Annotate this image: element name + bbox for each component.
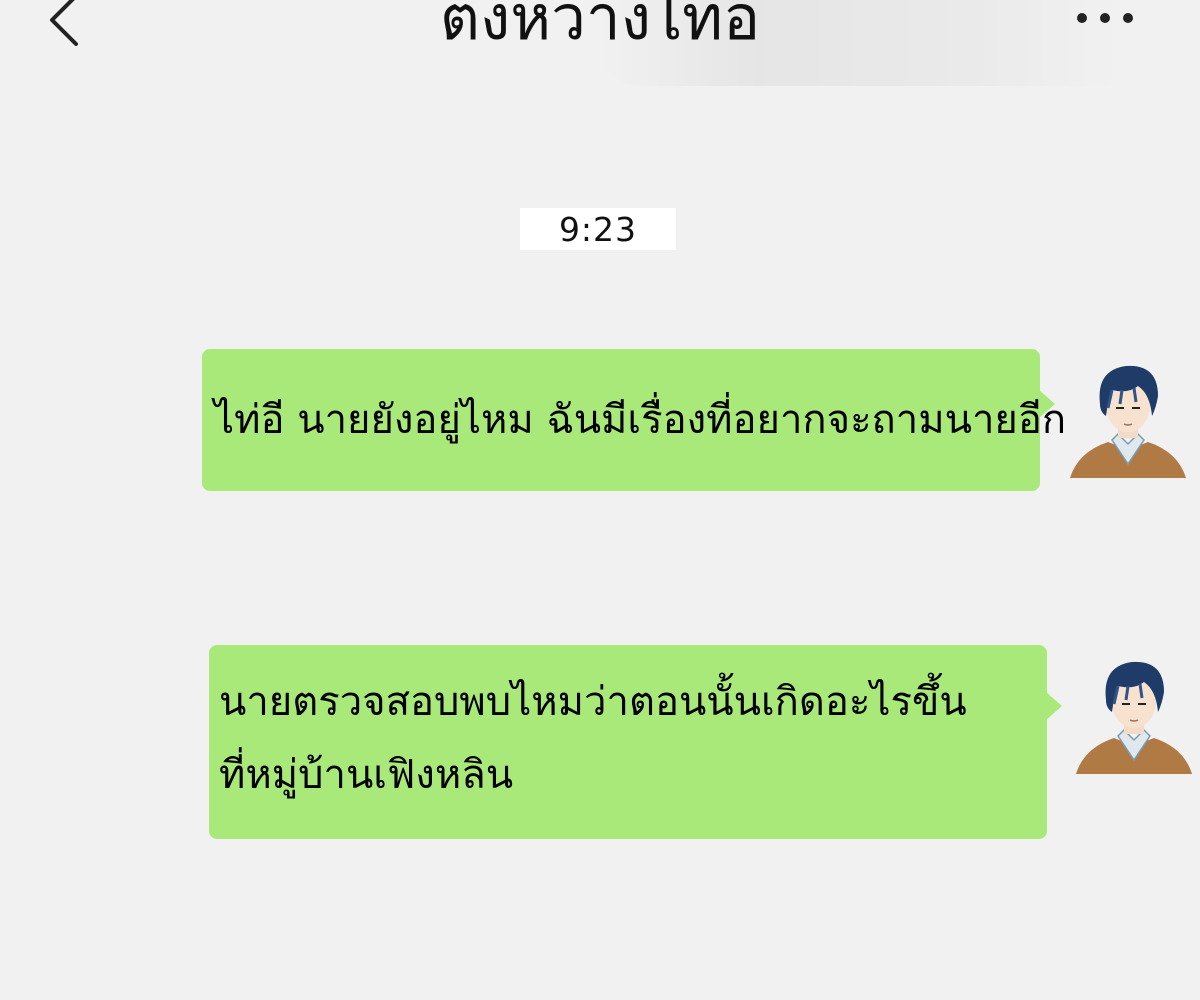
message-bubble[interactable]: ไท่อี นายยังอยู่ไหม ฉันมีเรื่องที่อยากจะ… <box>202 349 1066 491</box>
message-bubble[interactable]: นายตรวจสอบพบไหมว่าตอนนั้นเกิดอะไรขึ้น ที… <box>209 645 1047 839</box>
message-text: ที่หมู่บ้านเฟิงหลิน <box>219 752 514 798</box>
chat-title: ตงหวางไทอ <box>439 0 761 54</box>
bubble-tail <box>1039 390 1055 418</box>
back-button[interactable] <box>40 0 90 50</box>
chevron-left-icon <box>50 0 78 46</box>
avatar[interactable] <box>1068 360 1188 480</box>
bubble-tail <box>1046 692 1062 720</box>
chat-header: ตงหวางไทอ <box>0 0 1200 90</box>
more-options-button[interactable] <box>1068 4 1142 32</box>
message-text: นายตรวจสอบพบไหมว่าตอนนั้นเกิดอะไรขึ้น <box>219 679 967 725</box>
message-text: ไท่อี นายยังอยู่ไหม ฉันมีเรื่องที่อยากจะ… <box>214 397 1067 443</box>
avatar[interactable] <box>1074 656 1194 776</box>
message-timestamp: 9:23 <box>520 208 676 250</box>
user-avatar-icon <box>1070 365 1186 478</box>
user-avatar-icon <box>1076 661 1192 774</box>
ellipsis-icon <box>1077 13 1133 23</box>
